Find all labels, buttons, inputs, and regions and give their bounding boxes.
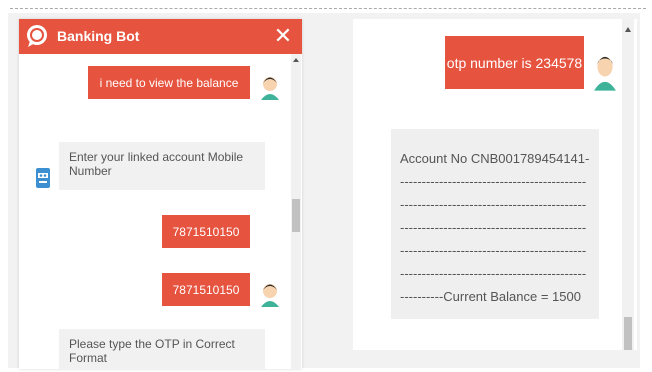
close-icon: ✕ (273, 23, 293, 48)
scroll-thumb[interactable] (292, 199, 300, 232)
separator-line: ----------------------------------------… (400, 220, 587, 235)
message-text: 7871510150 (172, 282, 240, 297)
bot-message: Please type the OTP in Correct Format (59, 329, 265, 369)
scroll-up-arrow-icon[interactable] (625, 27, 631, 32)
user-message: 7871510150 (162, 215, 250, 248)
user-message: 7871510150 (162, 273, 250, 306)
user-avatar-icon (261, 284, 279, 307)
message-list: i need to view the balance Enter your li… (19, 54, 292, 369)
chat-header: Banking Bot ✕ (19, 19, 302, 54)
chat-title: Banking Bot (57, 28, 140, 44)
message-text: Enter your linked account Mobile Number (69, 150, 244, 178)
scroll-thumb[interactable] (624, 317, 632, 350)
bot-message: Enter your linked account Mobile Number (59, 142, 265, 190)
chat-bubble-icon (27, 25, 47, 47)
separator-line: ----------------------------------------… (400, 243, 587, 258)
current-balance-line: ----------Current Balance = 1500 (400, 289, 581, 304)
top-dashed-rule (10, 8, 646, 9)
scroll-up-arrow-icon[interactable] (293, 58, 299, 62)
message-text: otp number is 234578 (446, 54, 583, 71)
right-scrollbar[interactable] (622, 19, 634, 350)
account-number-line: Account No CNB001789454141--- (400, 151, 590, 166)
message-text: i need to view the balance (99, 75, 239, 90)
message-text: Please type the OTP in Correct Format (69, 337, 235, 365)
user-message: i need to view the balance (88, 66, 250, 99)
chat-window-left: Banking Bot ✕ i need to view the balance… (19, 19, 302, 369)
user-avatar-icon (594, 56, 616, 91)
user-avatar-icon (261, 77, 279, 100)
message-text: 7871510150 (172, 224, 240, 239)
left-scrollbar[interactable] (291, 54, 301, 369)
bot-robot-icon (36, 168, 50, 188)
separator-line: ----------------------------------------… (400, 174, 587, 189)
balance-message: Account No CNB001789454141--- ----------… (391, 129, 599, 319)
close-button[interactable]: ✕ (272, 24, 294, 48)
separator-line: ----------------------------------------… (400, 266, 587, 281)
user-message: otp number is 234578 (445, 36, 584, 89)
separator-line: ----------------------------------------… (400, 197, 587, 212)
chat-window-right: otp number is 234578 Account No CNB00178… (353, 19, 637, 350)
